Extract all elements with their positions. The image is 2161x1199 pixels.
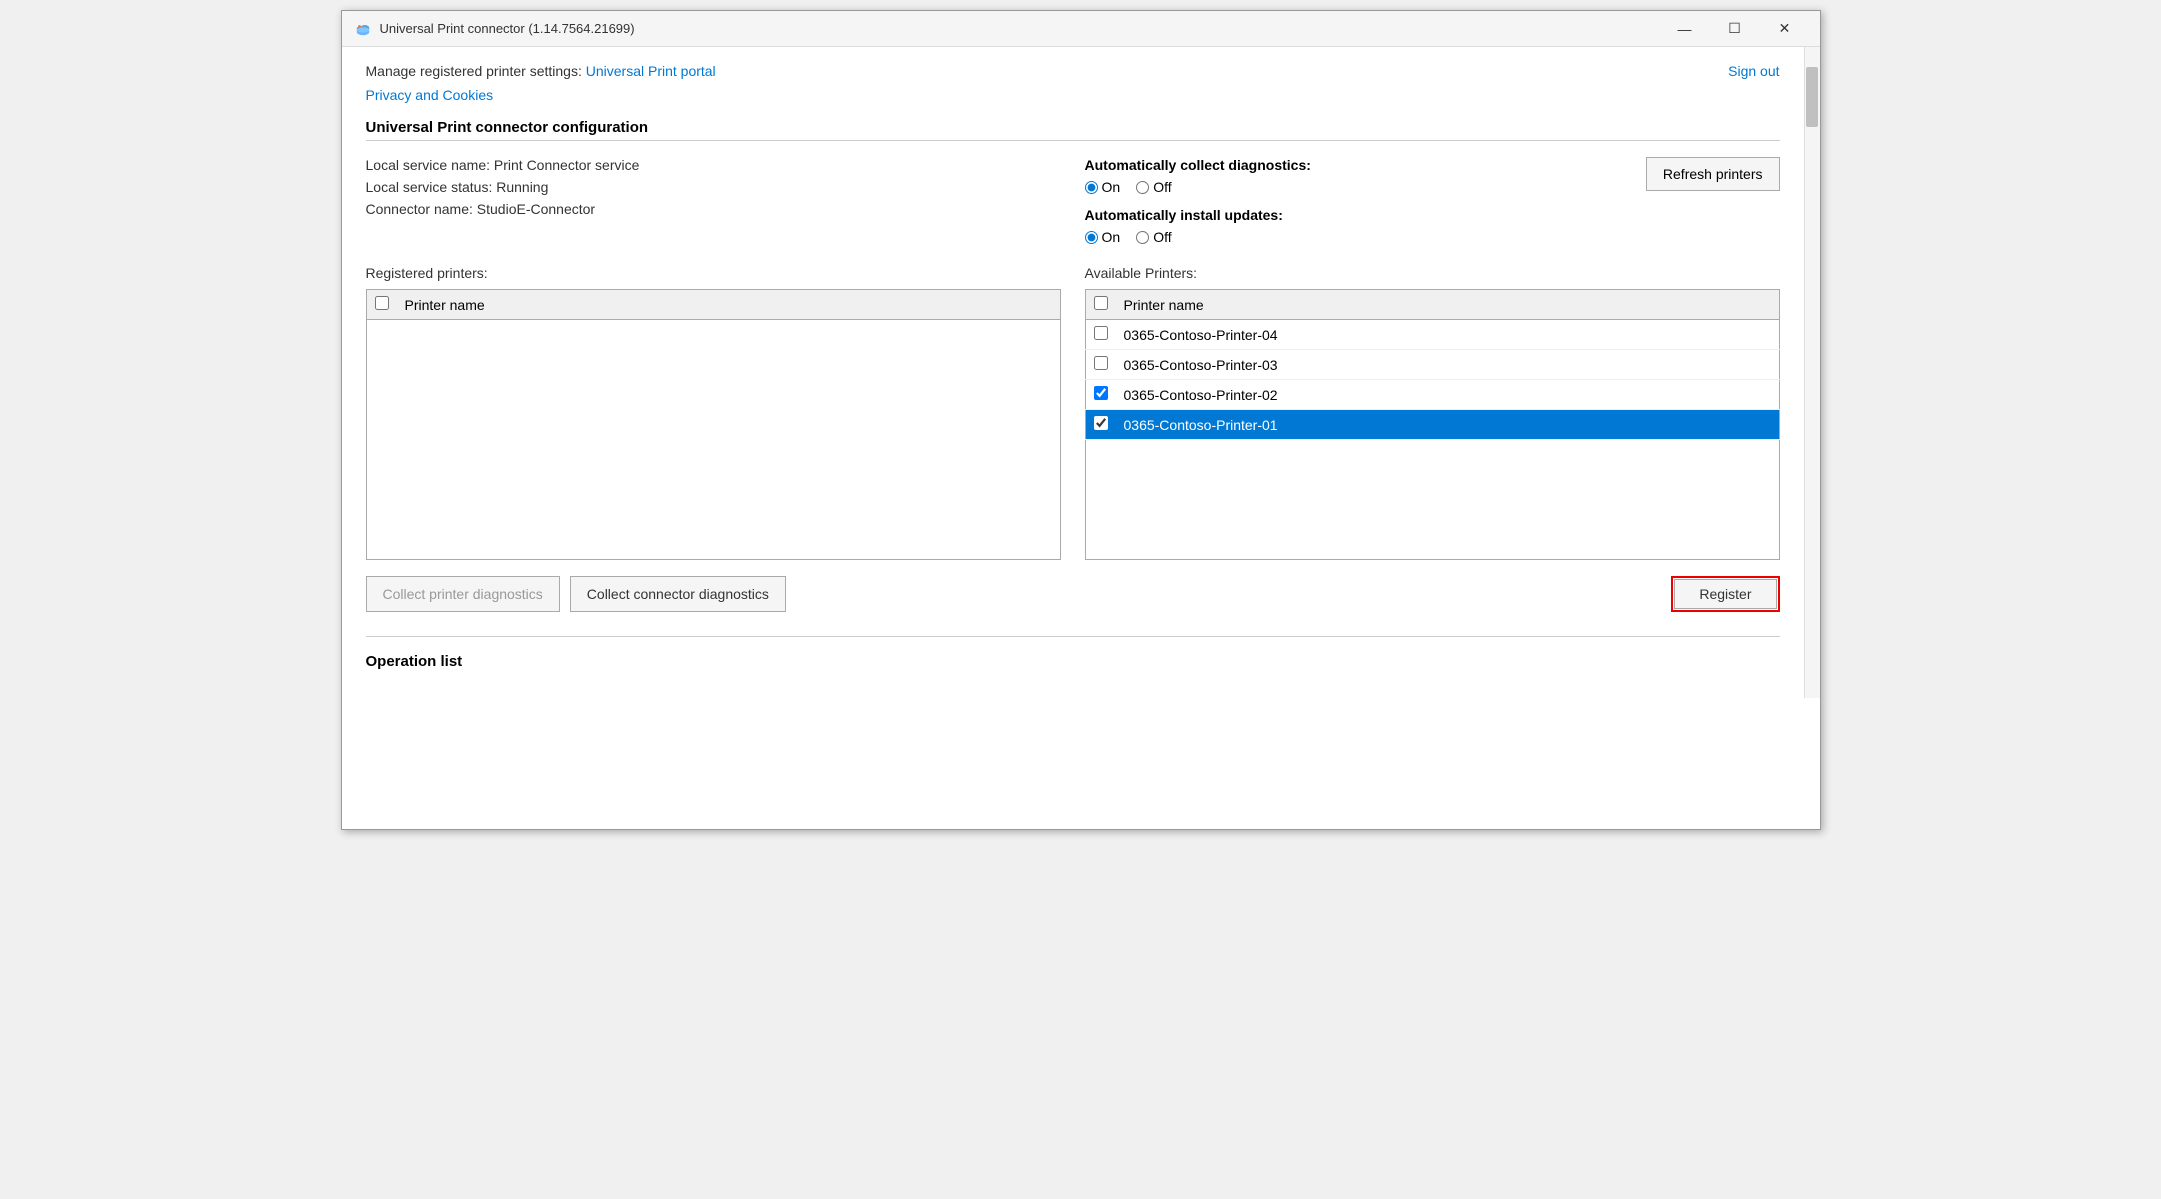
app-icon: [354, 20, 372, 38]
printer-checkbox[interactable]: [1094, 416, 1108, 430]
manage-text-row: Manage registered printer settings: Univ…: [366, 63, 716, 79]
auto-updates-off-item: Off: [1136, 229, 1171, 245]
auto-diagnostics-off-label: Off: [1153, 179, 1171, 195]
service-name: Local service name: Print Connector serv…: [366, 157, 1061, 173]
scrollbar-thumb[interactable]: [1806, 67, 1818, 127]
available-printer-name-header: Printer name: [1116, 290, 1780, 320]
content-scroll-area: Manage registered printer settings: Univ…: [342, 47, 1820, 698]
printer-checkbox-cell: [1085, 410, 1116, 440]
window-title: Universal Print connector (1.14.7564.216…: [380, 21, 635, 36]
title-bar-left: Universal Print connector (1.14.7564.216…: [354, 20, 635, 38]
operation-list-title: Operation list: [366, 653, 1780, 670]
manage-label: Manage registered printer settings:: [366, 63, 582, 79]
diag-settings: Automatically collect diagnostics: On Of…: [1085, 157, 1311, 245]
auto-diagnostics-label: Automatically collect diagnostics:: [1085, 157, 1311, 173]
printer-checkbox[interactable]: [1094, 386, 1108, 400]
available-printer-row[interactable]: 0365-Contoso-Printer-02: [1085, 380, 1779, 410]
auto-diagnostics-group: Automatically collect diagnostics: On Of…: [1085, 157, 1311, 195]
action-buttons-row: Collect printer diagnostics Collect conn…: [366, 576, 1780, 612]
registered-select-all-checkbox[interactable]: [375, 296, 389, 310]
auto-updates-off-radio[interactable]: [1136, 231, 1149, 244]
auto-updates-on-radio[interactable]: [1085, 231, 1098, 244]
printer-checkbox-cell: [1085, 350, 1116, 380]
top-bar: Manage registered printer settings: Univ…: [366, 63, 1780, 79]
auto-updates-label: Automatically install updates:: [1085, 207, 1311, 223]
auto-diagnostics-off-item: Off: [1136, 179, 1171, 195]
auto-updates-on-label: On: [1102, 229, 1121, 245]
available-header-checkbox-cell: [1085, 290, 1116, 320]
registered-printers-label: Registered printers:: [366, 265, 1061, 281]
available-printers-header: Printer name: [1085, 290, 1779, 320]
maximize-button[interactable]: ☐: [1712, 15, 1758, 43]
registered-empty-row: [366, 320, 1060, 560]
collect-connector-diagnostics-button[interactable]: Collect connector diagnostics: [570, 576, 786, 612]
right-config: Automatically collect diagnostics: On Of…: [1085, 157, 1780, 245]
operation-list-section: Operation list: [366, 636, 1780, 670]
refresh-printers-button[interactable]: Refresh printers: [1646, 157, 1780, 191]
available-printer-row[interactable]: 0365-Contoso-Printer-03: [1085, 350, 1779, 380]
window-controls: — ☐ ✕: [1662, 15, 1808, 43]
printer-checkbox-cell: [1085, 380, 1116, 410]
printer-name-cell: 0365-Contoso-Printer-02: [1116, 380, 1780, 410]
available-select-all-checkbox[interactable]: [1094, 296, 1108, 310]
registered-printers-header: Printer name: [366, 290, 1060, 320]
register-button[interactable]: Register: [1674, 579, 1776, 609]
main-window: Universal Print connector (1.14.7564.216…: [341, 10, 1821, 830]
registered-printer-name-header: Printer name: [397, 290, 1061, 320]
close-button[interactable]: ✕: [1762, 15, 1808, 43]
left-action-buttons: Collect printer diagnostics Collect conn…: [366, 576, 1061, 612]
minimize-button[interactable]: —: [1662, 15, 1708, 43]
available-printers-table: Printer name 0365-Contoso-Printer-040365…: [1085, 289, 1780, 560]
main-config-grid: Local service name: Print Connector serv…: [366, 157, 1780, 245]
auto-updates-group: Automatically install updates: On Off: [1085, 207, 1311, 245]
portal-link[interactable]: Universal Print portal: [586, 63, 716, 79]
printer-checkbox[interactable]: [1094, 356, 1108, 370]
printer-name-cell: 0365-Contoso-Printer-01: [1116, 410, 1780, 440]
diag-row: Automatically collect diagnostics: On Of…: [1085, 157, 1780, 245]
auto-updates-on-item: On: [1085, 229, 1121, 245]
title-bar: Universal Print connector (1.14.7564.216…: [342, 11, 1820, 47]
printers-section: Registered printers: Printer name: [366, 265, 1780, 560]
printer-name-cell: 0365-Contoso-Printer-03: [1116, 350, 1780, 380]
auto-diagnostics-on-radio[interactable]: [1085, 181, 1098, 194]
scrollbar[interactable]: [1804, 47, 1820, 698]
auto-diagnostics-on-label: On: [1102, 179, 1121, 195]
available-printer-row[interactable]: 0365-Contoso-Printer-04: [1085, 320, 1779, 350]
auto-updates-off-label: Off: [1153, 229, 1171, 245]
sign-out-link[interactable]: Sign out: [1728, 63, 1779, 79]
left-config: Local service name: Print Connector serv…: [366, 157, 1061, 245]
available-printers-panel: Available Printers: Printer name 0365-C: [1085, 265, 1780, 560]
available-printers-label: Available Printers:: [1085, 265, 1780, 281]
privacy-cookies-link[interactable]: Privacy and Cookies: [366, 87, 494, 103]
right-action-buttons: Register: [1085, 576, 1780, 612]
auto-diagnostics-off-radio[interactable]: [1136, 181, 1149, 194]
register-button-wrapper: Register: [1671, 576, 1779, 612]
auto-diagnostics-radio-row: On Off: [1085, 179, 1311, 195]
registered-printers-table: Printer name: [366, 289, 1061, 560]
registered-header-checkbox-cell: [366, 290, 397, 320]
available-empty-row: [1085, 440, 1779, 560]
available-printer-row[interactable]: 0365-Contoso-Printer-01: [1085, 410, 1779, 440]
printer-checkbox-cell: [1085, 320, 1116, 350]
printer-checkbox[interactable]: [1094, 326, 1108, 340]
auto-updates-radio-row: On Off: [1085, 229, 1311, 245]
config-section-title: Universal Print connector configuration: [366, 119, 1780, 141]
content-area: Manage registered printer settings: Univ…: [342, 47, 1804, 698]
auto-diagnostics-on-item: On: [1085, 179, 1121, 195]
registered-printers-panel: Registered printers: Printer name: [366, 265, 1061, 560]
service-status: Local service status: Running: [366, 179, 1061, 195]
printer-name-cell: 0365-Contoso-Printer-04: [1116, 320, 1780, 350]
collect-printer-diagnostics-button[interactable]: Collect printer diagnostics: [366, 576, 560, 612]
connector-name: Connector name: StudioE-Connector: [366, 201, 1061, 217]
